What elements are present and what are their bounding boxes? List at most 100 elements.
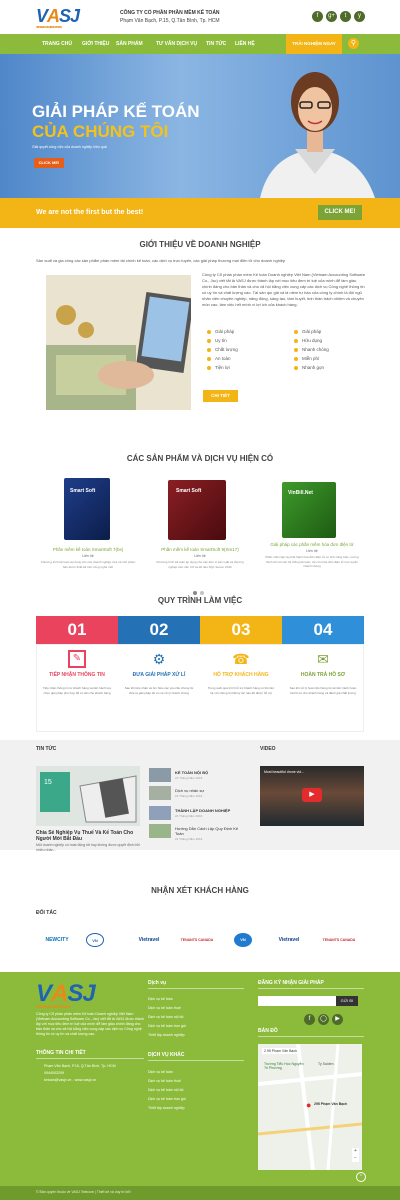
footer-service-link[interactable]: Dịch vụ kế toán trọn gói	[148, 1024, 186, 1028]
product-contact-link[interactable]: Liên hệ	[262, 549, 362, 553]
company-name: CÔNG TY CỔ PHẦN PHẦN MỀM KẾ TOÁN	[120, 10, 220, 16]
footer-other-link[interactable]: Dịch vụ kế toán thuế	[148, 1079, 181, 1083]
promo-band: We are not the first but the best! CLICK…	[0, 198, 400, 228]
document-icon: ✎	[68, 650, 86, 668]
footer-other-link[interactable]: Dịch vụ kế toán trọn gói	[148, 1097, 186, 1101]
step-desc: Sau khi tiếp nhận và tìm hiểu các yêu cầ…	[124, 686, 194, 695]
facebook-icon[interactable]: f	[304, 1014, 315, 1025]
map-pin-icon[interactable]: ●	[306, 1100, 311, 1110]
footer-service-link[interactable]: Dịch vụ kế toán	[148, 997, 173, 1001]
twitter-icon[interactable]: t	[340, 11, 351, 22]
product-name[interactable]: Phần mềm kế toán SmartSoft 9(Sm17)	[150, 547, 250, 552]
news-item-date: 21 Tháng Năm 2016	[175, 837, 203, 841]
hero-person-image	[260, 72, 375, 198]
search-icon[interactable]: ⚲	[348, 38, 359, 49]
partner-logo[interactable]: Vietravel	[132, 933, 166, 947]
footer-service-link[interactable]: Dịch vụ kế toán thuế	[148, 1006, 181, 1010]
hero-cta-button[interactable]: CLICK ME!	[34, 158, 64, 168]
feature-item: Miễn phí	[294, 356, 329, 361]
step-number: 01	[36, 616, 118, 644]
partner-logo[interactable]: VN	[234, 933, 252, 947]
news-item-title[interactable]: Dịch vụ nhân sự	[175, 788, 245, 793]
partner-logo[interactable]: TENANTS CANADA	[322, 933, 356, 947]
nav-item-home[interactable]: TRANG CHỦ	[42, 41, 72, 47]
product-name[interactable]: Giải pháp các phần mềm hóa đơn điện tử	[262, 542, 362, 547]
step-desc: Trong suốt quá trình hỗ trợ khách hàng c…	[207, 686, 275, 695]
promo-button[interactable]: CLICK ME!	[318, 205, 362, 220]
trial-button[interactable]: TRẢI NGHIỆM NGAY	[286, 34, 342, 54]
hero-title-line2: CỦA CHÚNG TÔI	[32, 122, 169, 141]
footer-other-link[interactable]: Dịch vụ kế toán nội bộ	[148, 1088, 184, 1092]
promo-text: We are not the first but the best!	[36, 209, 144, 216]
video-player[interactable]: Most beautiful drone vid... ▶	[260, 766, 364, 826]
footer-phone: 0944002209	[44, 1071, 64, 1075]
testimonials-title: NHẬN XÉT KHÁCH HÀNG	[151, 886, 249, 895]
step-desc: Tiếp nhận thông tin từ khách hàng và tiế…	[43, 686, 111, 695]
partner-logo[interactable]: TENANTS CANADA	[180, 933, 214, 947]
footer-service-title: Dịch vụ	[148, 980, 167, 986]
news-thumb[interactable]	[149, 786, 171, 800]
footer-other-link[interactable]: Thiết lập doanh nghiệp	[148, 1106, 185, 1110]
product-card[interactable]: VinBill.Net Giải pháp các phần mềm hóa đ…	[262, 470, 362, 580]
subscribe-button[interactable]: GỬI ĐI	[336, 996, 358, 1006]
intro-detail-button[interactable]: CHI TIẾT	[203, 390, 238, 402]
copyright-text: © Bản quyền thuộc về VASJ Telecom | Thiế…	[36, 1190, 131, 1194]
footer-service-link[interactable]: Dịch vụ kế toán nội bộ	[148, 1015, 184, 1019]
map-label: Ty Saiden	[318, 1062, 334, 1066]
nav-item-news[interactable]: TIN TỨC	[206, 41, 226, 47]
feature-item: Chất lượng	[207, 347, 238, 352]
intro-lead: Sản xuất và gia công các sản phẩm phần m…	[36, 258, 286, 263]
nav-item-products[interactable]: SẢN PHẨM	[116, 41, 143, 47]
feature-item: An toàn	[207, 356, 238, 361]
subscribe-email-input[interactable]	[258, 996, 336, 1006]
feature-item: Giải pháp	[207, 329, 238, 334]
footer-email[interactable]: ketoan@vasjx.vn - www.vasjx.vn	[44, 1078, 96, 1082]
footer-map-title: BẢN ĐỒ	[258, 1028, 278, 1034]
map-label: Trường Tiểu Học Nguyễn Tri Phương	[264, 1062, 304, 1070]
main-nav: TRANG CHỦ GIỚI THIỆU SẢN PHẨM TƯ VẤN DỊC…	[0, 34, 400, 54]
back-to-top-icon[interactable]: ⌃	[356, 1172, 366, 1182]
news-item-title[interactable]: THÀNH LẬP DOANH NGHIỆP	[175, 808, 245, 813]
nav-item-contact[interactable]: LIÊN HỆ	[235, 41, 255, 47]
footer-logo[interactable]: VASJ VIETNAM ACCOUNTING SOFTWARE	[36, 980, 96, 1009]
partner-logo[interactable]: VN	[86, 933, 104, 947]
news-item-title[interactable]: Hướng Dẫn Cách Lập Quy Định Kế Toán	[175, 826, 245, 836]
play-icon[interactable]: ▶	[302, 788, 322, 802]
product-desc: Chương trình kế toán áp dụng cho các doa…	[40, 560, 136, 569]
feature-item: Tiện lợi	[207, 365, 238, 370]
logo[interactable]: VASJ VIETNAM ACCOUNTING SOFTWARE	[36, 6, 80, 29]
step-number: 03	[200, 616, 282, 644]
partner-logo[interactable]: Vietravel	[272, 933, 306, 947]
zoom-controls[interactable]: + −	[352, 1148, 359, 1162]
youtube-icon[interactable]: y	[354, 11, 365, 22]
product-contact-link[interactable]: Liên hệ	[38, 554, 138, 558]
news-featured-image[interactable]: 15	[36, 766, 140, 826]
map[interactable]: 2.95 Phạm Văn Bạch Trường Tiểu Học Nguyễ…	[258, 1044, 362, 1170]
youtube-icon[interactable]: ▶	[332, 1014, 343, 1025]
step-title: ĐƯA GIẢI PHÁP XỬ LÍ	[132, 672, 186, 678]
nav-item-services[interactable]: TƯ VẤN DỊCH VỤ	[156, 41, 197, 47]
slider-dots[interactable]	[191, 189, 212, 198]
instagram-icon[interactable]: ◯	[318, 1014, 329, 1025]
footer-service-link[interactable]: Thiết lập doanh nghiệp	[148, 1033, 185, 1037]
news-item-title[interactable]: KẾ TOÁN NỘI BỘ	[175, 770, 245, 775]
google-plus-icon[interactable]: g+	[326, 11, 337, 22]
company-address: Phạm Văn Bạch, P.15, Q.Tân Bình, Tp. HCM	[120, 18, 220, 24]
partner-logo[interactable]: NEWCITY	[40, 933, 74, 947]
product-contact-link[interactable]: Liên hệ	[150, 554, 250, 558]
product-box-label: VinBill.Net	[288, 490, 313, 496]
step-title: HOÀN TRẢ HỒ SƠ	[300, 672, 346, 678]
divider	[258, 1036, 364, 1037]
news-featured-title[interactable]: Chia Sẻ Nghiệp Vụ Thuế Và Kế Toán Cho Ng…	[36, 830, 146, 842]
news-thumb[interactable]	[149, 824, 171, 838]
news-thumb[interactable]	[149, 768, 171, 782]
nav-item-about[interactable]: GIỚI THIỆU	[82, 41, 109, 47]
product-card[interactable]: Smart Soft Phần mềm kế toán SmartSoft 7(…	[38, 470, 138, 580]
product-name[interactable]: Phần mềm kế toán SmartSoft 7(bs)	[38, 547, 138, 552]
footer-other-link[interactable]: Dịch vụ kế toán	[148, 1070, 173, 1074]
product-card[interactable]: Smart Soft Phần mềm kế toán SmartSoft 9(…	[150, 470, 250, 580]
news-thumb[interactable]	[149, 806, 171, 820]
facebook-icon[interactable]: f	[312, 11, 323, 22]
map-label: 295 Phạm Văn Bạch	[314, 1102, 348, 1106]
footer-logo-tagline: VIETNAM ACCOUNTING SOFTWARE	[36, 1005, 71, 1009]
